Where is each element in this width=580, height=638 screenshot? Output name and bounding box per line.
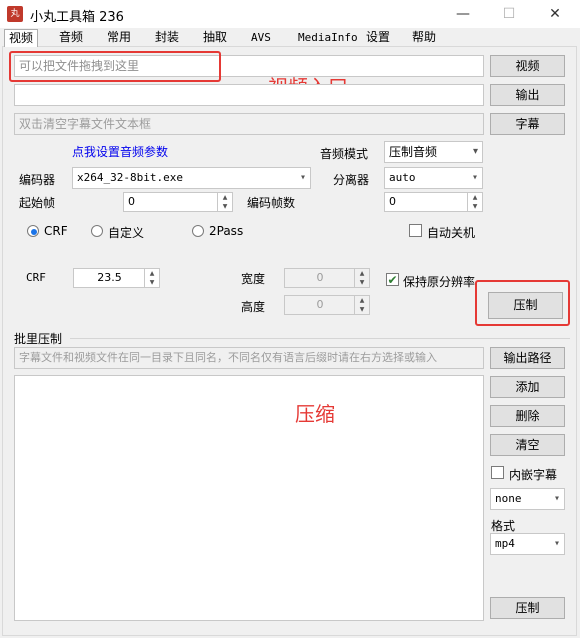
frame-count-label: 编码帧数 [247, 196, 296, 210]
audio-mode-select[interactable]: 压制音频 ▾ [384, 141, 483, 163]
output-path-button[interactable]: 输出路径 [490, 347, 565, 369]
chevron-down-icon: ▾ [553, 493, 560, 504]
close-icon[interactable]: ✕ [532, 0, 578, 28]
subtitle-file-placeholder: 双击清空字幕文件文本框 [19, 117, 152, 131]
height-label: 高度 [241, 300, 266, 314]
encoder-select[interactable]: x264_32-8bit.exe ▾ [72, 167, 311, 189]
start-frame-label: 起始帧 [19, 196, 56, 210]
tab-audio[interactable]: 音频 [55, 29, 87, 46]
splitter-label: 分离器 [333, 173, 370, 187]
tab-mux[interactable]: 封装 [151, 29, 183, 46]
window-title: 小丸工具箱 236 [30, 10, 124, 25]
tab-common[interactable]: 常用 [103, 29, 135, 46]
start-frame-spinner[interactable]: 0 ▲ ▼ [123, 192, 233, 212]
radio-2pass-label: 2Pass [209, 224, 244, 238]
tab-help[interactable]: 帮助 [408, 29, 440, 46]
app-icon: 丸 [7, 6, 23, 22]
auto-shutdown-label: 自动关机 [427, 226, 476, 240]
output-file-input[interactable] [14, 84, 484, 106]
audio-settings-link[interactable]: 点我设置音频参数 [72, 143, 168, 160]
add-button[interactable]: 添加 [490, 376, 565, 398]
keep-resolution-label: 保持原分辨率 [403, 275, 476, 289]
spin-down-icon[interactable]: ▼ [218, 202, 232, 211]
embed-subtitle-checkbox[interactable] [491, 466, 504, 479]
auto-shutdown-checkbox[interactable] [409, 224, 422, 237]
annotation-compress: 压缩 [295, 402, 335, 426]
chevron-down-icon: ▾ [472, 146, 478, 157]
batch-compress-button[interactable]: 压制 [490, 597, 565, 619]
spin-down-icon[interactable]: ▼ [355, 278, 369, 287]
spin-up-icon[interactable]: ▲ [218, 193, 232, 202]
radio-crf[interactable] [27, 225, 39, 237]
chevron-down-icon: ▾ [471, 172, 478, 183]
radio-custom[interactable] [91, 225, 103, 237]
spin-down-icon[interactable]: ▼ [468, 202, 482, 211]
batch-divider [70, 338, 570, 339]
format-select[interactable]: mp4 ▾ [490, 533, 565, 555]
format-label: 格式 [491, 519, 516, 533]
tab-extract[interactable]: 抽取 [199, 29, 231, 46]
tab-avs[interactable]: AVS [247, 29, 275, 46]
width-label: 宽度 [241, 272, 266, 286]
height-spinner[interactable]: 0 ▲ ▼ [284, 295, 370, 315]
maximize-icon[interactable]: ☐ [486, 0, 532, 28]
delete-button[interactable]: 删除 [490, 405, 565, 427]
spin-down-icon[interactable]: ▼ [145, 278, 159, 287]
spin-down-icon[interactable]: ▼ [355, 305, 369, 314]
width-spinner[interactable]: 0 ▲ ▼ [284, 268, 370, 288]
crf-label: CRF [26, 271, 46, 284]
highlight-box-video-entry [9, 51, 221, 82]
subtitle-suffix-input[interactable]: 字幕文件和视频文件在同一目录下且同名，不同名仅有语言后缀时请在右方选择或输入 [14, 347, 484, 369]
audio-mode-label: 音频模式 [320, 147, 369, 161]
crf-spinner[interactable]: 23.5 ▲ ▼ [73, 268, 160, 288]
encoder-label: 编码器 [19, 173, 56, 187]
video-button[interactable]: 视频 [490, 55, 565, 77]
subtitle-file-input[interactable]: 双击清空字幕文件文本框 [14, 113, 484, 135]
tab-video[interactable]: 视频 [4, 29, 39, 47]
frame-count-spinner[interactable]: 0 ▲ ▼ [384, 192, 483, 212]
radio-custom-label: 自定义 [108, 226, 145, 240]
radio-2pass[interactable] [192, 225, 204, 237]
keep-resolution-checkbox[interactable]: ✔ [386, 273, 399, 286]
check-icon: ✔ [387, 273, 398, 287]
spin-up-icon[interactable]: ▲ [355, 296, 369, 305]
spin-up-icon[interactable]: ▲ [145, 269, 159, 278]
compress-button[interactable]: 压制 [488, 292, 563, 319]
chevron-down-icon: ▾ [299, 172, 306, 183]
embed-subtitle-label: 内嵌字幕 [509, 468, 558, 482]
spin-up-icon[interactable]: ▲ [355, 269, 369, 278]
batch-title: 批里压制 [14, 332, 63, 346]
subtitle-suffix-placeholder: 字幕文件和视频文件在同一目录下且同名，不同名仅有语言后缀时请在右方选择或输入 [19, 351, 437, 364]
tab-mediainfo[interactable]: MediaInfo [294, 29, 362, 46]
subtitle-language-select[interactable]: none ▾ [490, 488, 565, 510]
radio-crf-label: CRF [44, 224, 68, 238]
batch-file-list[interactable] [14, 375, 484, 621]
chevron-down-icon: ▾ [553, 538, 560, 549]
clear-button[interactable]: 清空 [490, 434, 565, 456]
subtitle-button[interactable]: 字幕 [490, 113, 565, 135]
spin-up-icon[interactable]: ▲ [468, 193, 482, 202]
output-button[interactable]: 输出 [490, 84, 565, 106]
tab-settings[interactable]: 设置 [362, 29, 394, 46]
minimize-icon[interactable]: — [440, 0, 486, 28]
splitter-select[interactable]: auto ▾ [384, 167, 483, 189]
